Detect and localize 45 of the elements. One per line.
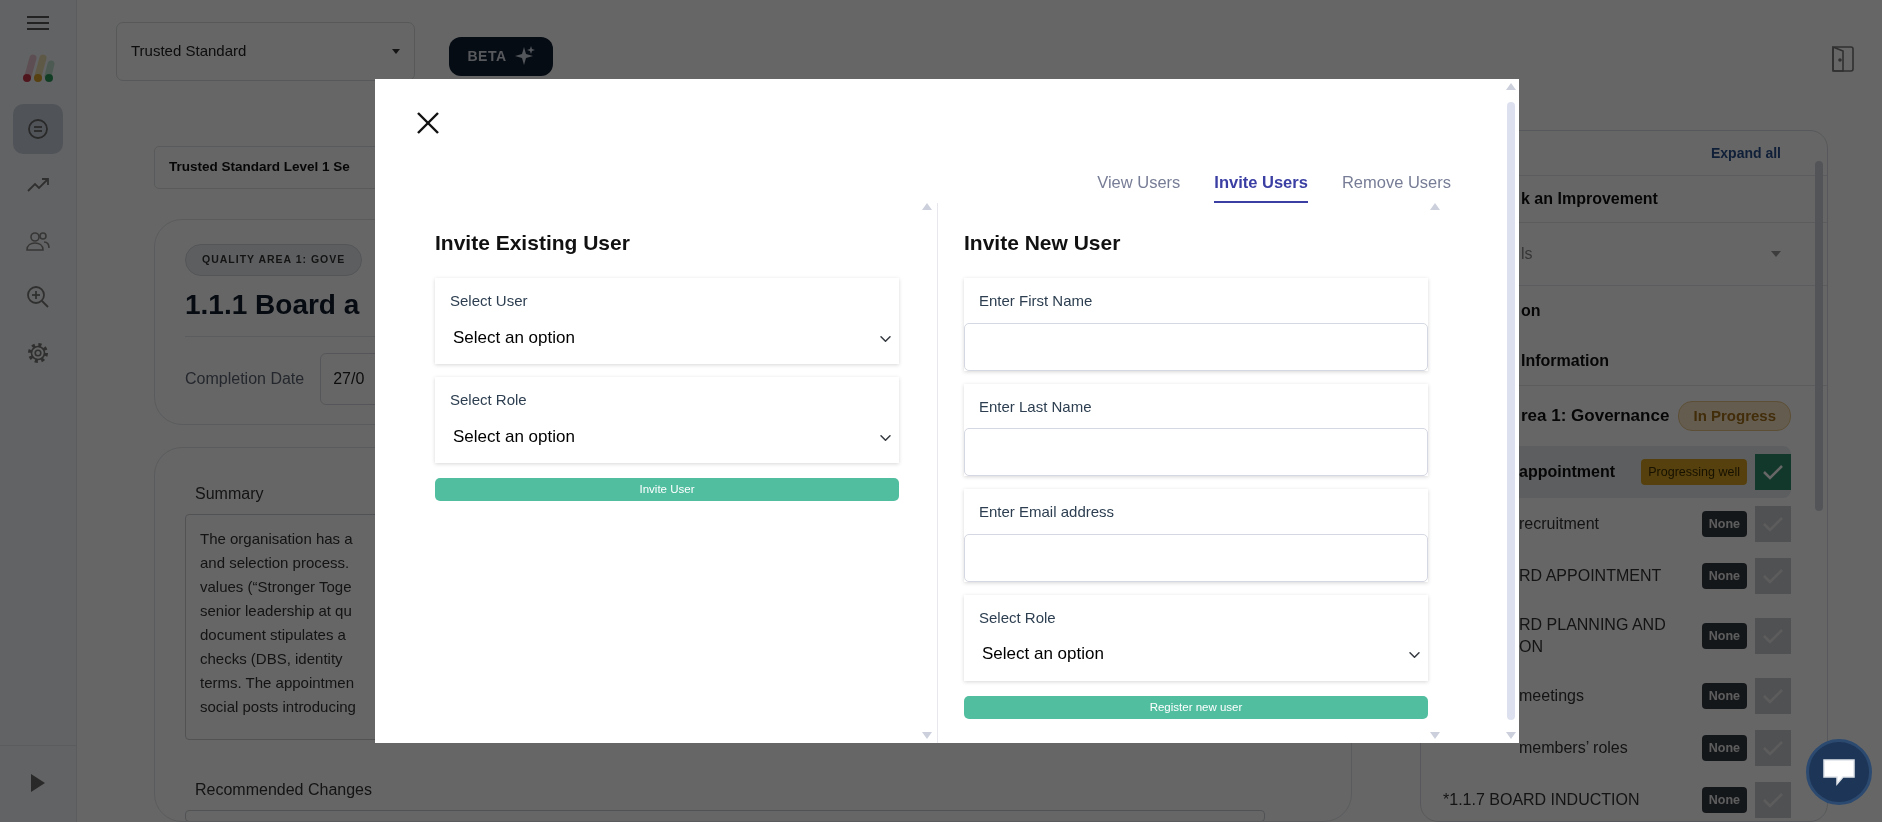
expand-all-link[interactable]: Expand all [1710, 142, 1781, 164]
field-label: Enter First Name [978, 291, 1094, 312]
field-label: Enter Last Name [978, 396, 1093, 417]
criterion-row[interactable]: *1.1.7 BOARD INDUCTION None [1421, 774, 1791, 821]
criterion-row[interactable]: members’ roles None [1421, 722, 1791, 774]
status-badge: None [1701, 682, 1747, 710]
standard-select[interactable]: Trusted Standard [116, 21, 415, 81]
status-badge: None [1701, 786, 1747, 814]
beta-button[interactable]: BETA [449, 36, 553, 76]
select-field[interactable]: Select an option [964, 629, 1428, 681]
status-badge: In Progress [1678, 400, 1791, 432]
date-label: Completion Date [185, 368, 305, 389]
section-link[interactable]: Information [1521, 348, 1609, 373]
status-badge: Progressing well [1641, 458, 1747, 486]
tab[interactable]: Remove Users [1341, 170, 1451, 203]
criterion-link[interactable]: appointment [1519, 461, 1642, 483]
criterion-link[interactable]: recruitment [1519, 513, 1702, 535]
area-pill: QUALITY AREA 1: GOVE [185, 244, 363, 276]
summary-label: Summary [194, 484, 264, 504]
section-link[interactable]: on [1521, 299, 1541, 323]
submit-button[interactable]: Register new user [964, 695, 1428, 719]
criterion-link[interactable]: meetings [1519, 685, 1702, 707]
status-badge: None [1701, 622, 1747, 650]
criterion-link[interactable]: *1.1.7 BOARD INDUCTION [1443, 789, 1702, 811]
field-label: Select Role [449, 390, 528, 411]
section-heading[interactable]: k an Improvement [1521, 187, 1658, 211]
section-heading: Invite New User [964, 229, 1122, 256]
criterion-link[interactable]: members’ roles [1519, 737, 1702, 759]
field-label: Select User [449, 291, 529, 312]
status-badge: None [1701, 734, 1747, 762]
recommended-label: Recommended Changes [194, 780, 372, 800]
tab[interactable]: Invite Users [1214, 170, 1308, 203]
field-label: Select Role [978, 607, 1057, 628]
status-badge: None [1701, 562, 1747, 590]
submit-button[interactable]: Invite User [435, 478, 899, 502]
field-label: Enter Email address [978, 502, 1116, 523]
area-heading[interactable]: rea 1: Governance [1521, 403, 1670, 429]
status-badge: None [1701, 510, 1747, 538]
criterion-link[interactable]: RD PLANNING AND ON [1519, 614, 1702, 658]
section-heading: Invite Existing User [435, 229, 631, 256]
criterion-link[interactable]: RD APPOINTMENT [1519, 565, 1702, 587]
tab[interactable]: View Users [1097, 170, 1181, 203]
criterion-row[interactable]: RD APPOINTMENT None [1421, 550, 1791, 602]
page-title: 1.1.1 Board a [185, 287, 360, 322]
criterion-row[interactable]: recruitment None [1421, 498, 1791, 550]
